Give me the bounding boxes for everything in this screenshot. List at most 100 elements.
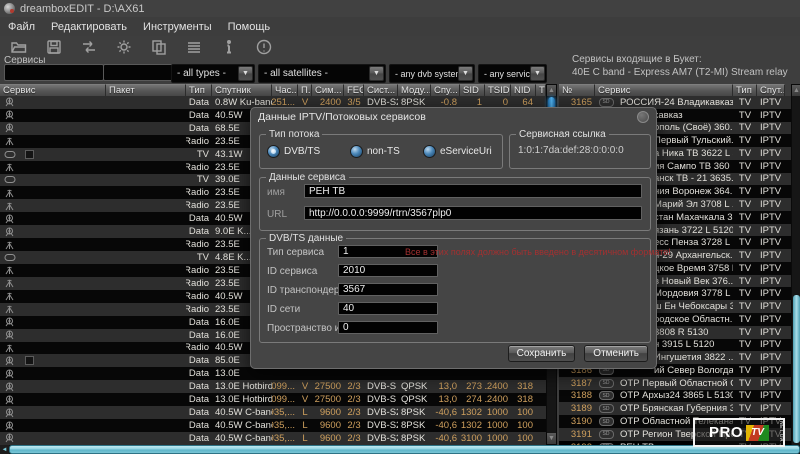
- url-field[interactable]: [304, 206, 642, 220]
- table-cell: 12400: [485, 393, 511, 406]
- table-row[interactable]: Data40.5W C-band ...3935,...L96002/3DVB-…: [0, 406, 546, 419]
- bouquet-row[interactable]: 3189SDОТР Брянская Губерния 387...TVIPTV: [559, 402, 791, 415]
- table-cell: Data: [186, 406, 212, 419]
- chevron-down-icon[interactable]: ▼: [458, 66, 473, 81]
- radio-service-icon: [4, 201, 15, 211]
- copy-icon[interactable]: [148, 38, 170, 56]
- namespace-field[interactable]: [338, 321, 438, 334]
- left-column-header[interactable]: Сим...: [312, 84, 344, 96]
- chevron-down-icon[interactable]: ▼: [238, 66, 253, 81]
- transfer-icon[interactable]: [78, 38, 100, 56]
- service-type-filter-dropdown[interactable]: - any service - ▼: [478, 64, 547, 83]
- right-column-header[interactable]: Спут...: [757, 84, 785, 96]
- bouquet-row[interactable]: 3188SDОТР Архыз24 3865 L 5130TVIPTV: [559, 390, 791, 403]
- sd-badge-icon: SD: [599, 98, 614, 107]
- horizontal-scrollbar[interactable]: ◄: [0, 445, 800, 454]
- table-cell: QPSK: [398, 380, 431, 393]
- left-column-header[interactable]: Час...: [272, 84, 298, 96]
- left-column-header[interactable]: Пакет: [106, 84, 186, 96]
- radio-service-icon: [4, 136, 15, 146]
- watermark-pro-text: PRO: [709, 424, 743, 441]
- table-row[interactable]: Data13.0E: [0, 367, 546, 380]
- service-id-label: ID сервиса: [267, 266, 317, 277]
- left-column-header[interactable]: NID: [511, 84, 536, 96]
- dialog-pin-icon[interactable]: [637, 111, 649, 123]
- table-cell: -40,6: [431, 432, 460, 445]
- package-filter-input[interactable]: [103, 64, 173, 81]
- table-cell: [344, 367, 364, 380]
- tv-service-icon: [4, 150, 16, 159]
- sd-badge-icon: SD: [599, 391, 614, 400]
- table-cell: L: [298, 432, 312, 445]
- chevron-down-icon[interactable]: ▼: [369, 66, 384, 81]
- satellite-filter-value: - all satellites -: [259, 68, 369, 79]
- left-column-header[interactable]: FEC: [344, 84, 364, 96]
- menu-help[interactable]: Помощь: [220, 19, 279, 35]
- open-icon[interactable]: [8, 38, 30, 56]
- scrollbar-thumb[interactable]: [793, 295, 800, 443]
- table-row[interactable]: Data13.0E Hotbird ...1099...V275002/3DVB…: [0, 380, 546, 393]
- type-filter-value: - all types -: [172, 68, 238, 79]
- scroll-up-icon[interactable]: ▲: [547, 85, 556, 96]
- left-column-header[interactable]: Сервис: [0, 84, 106, 96]
- table-cell: V: [298, 393, 312, 406]
- table-row[interactable]: Data40.5W C-band ...3935,...L96002/3DVB-…: [0, 432, 546, 445]
- type-filter-dropdown[interactable]: - all types - ▼: [171, 64, 255, 83]
- table-cell: [460, 367, 485, 380]
- table-cell: Radio: [186, 186, 212, 199]
- right-table-scrollbar[interactable]: ▲: [791, 84, 800, 454]
- dvbts-data-group: DVB/TS данные Тип сервиса Все в этих пол…: [259, 238, 651, 343]
- left-column-header[interactable]: Тип: [536, 84, 546, 96]
- menu-tools[interactable]: Инструменты: [135, 19, 220, 35]
- save-icon[interactable]: [43, 38, 65, 56]
- list-icon[interactable]: [183, 38, 205, 56]
- table-cell: 318: [511, 380, 536, 393]
- scroll-down-icon[interactable]: ▼: [547, 433, 556, 444]
- service-filter-input[interactable]: [4, 64, 104, 81]
- left-column-header[interactable]: Тип: [186, 84, 212, 96]
- right-column-header[interactable]: Сервис: [595, 84, 733, 96]
- radio-icon[interactable]: [267, 145, 280, 158]
- settings-icon[interactable]: [113, 38, 135, 56]
- left-column-header[interactable]: SID: [460, 84, 485, 96]
- menu-file[interactable]: Файл: [0, 19, 43, 35]
- menu-edit[interactable]: Редактировать: [43, 19, 135, 35]
- dvb-system-filter-dropdown[interactable]: - any dvb system - ▼: [389, 64, 475, 83]
- satellite-filter-dropdown[interactable]: - all satellites - ▼: [258, 64, 386, 83]
- radio-dvbts[interactable]: DVB/TS: [267, 145, 320, 158]
- save-button[interactable]: Сохранить: [508, 345, 576, 362]
- service-id-field[interactable]: [338, 264, 438, 277]
- right-column-header[interactable]: №: [559, 84, 595, 96]
- chevron-down-icon[interactable]: ▼: [530, 66, 545, 81]
- row-mark: [25, 356, 34, 365]
- radio-eserviceuri[interactable]: eServiceUri: [423, 145, 492, 158]
- name-field[interactable]: [304, 184, 642, 198]
- data-service-icon: [4, 227, 15, 237]
- scroll-left-icon[interactable]: ◄: [0, 445, 9, 454]
- info-icon[interactable]: [218, 38, 240, 56]
- radio-icon[interactable]: [350, 145, 363, 158]
- right-column-header[interactable]: Тип: [733, 84, 757, 96]
- radio-nonts[interactable]: non-TS: [350, 145, 400, 158]
- table-row[interactable]: Data40.5W C-band ...3935,...L96002/3DVB-…: [0, 419, 546, 432]
- bouquet-row[interactable]: 3187SDОТР Первый Областной Ор...TVIPTV: [559, 377, 791, 390]
- left-column-header[interactable]: П...: [298, 84, 312, 96]
- left-table-header: СервисПакетТипСпутникЧас...П...Сим...FEC…: [0, 84, 546, 96]
- service-name: ОТР Архыз24 3865 L 5130: [617, 390, 733, 403]
- left-column-header[interactable]: TSID: [485, 84, 511, 96]
- left-column-header[interactable]: Спутник: [212, 84, 272, 96]
- cancel-button[interactable]: Отменить: [584, 345, 648, 362]
- left-column-header[interactable]: Сист...: [364, 84, 398, 96]
- network-id-field[interactable]: [338, 302, 438, 315]
- about-icon[interactable]: [253, 38, 275, 56]
- stream-type-group-label: Тип потока: [266, 129, 322, 140]
- transponder-id-field[interactable]: [338, 283, 438, 296]
- scrollbar-thumb[interactable]: [9, 445, 800, 454]
- radio-icon[interactable]: [423, 145, 436, 158]
- left-column-header[interactable]: Спу...: [431, 84, 460, 96]
- table-row[interactable]: Data13.0E Hotbird ...1099...V275002/3DVB…: [0, 393, 546, 406]
- table-cell: 8PSK: [398, 406, 431, 419]
- scroll-up-icon[interactable]: ▲: [792, 85, 800, 96]
- table-cell: 273: [460, 380, 485, 393]
- left-column-header[interactable]: Моду...: [398, 84, 431, 96]
